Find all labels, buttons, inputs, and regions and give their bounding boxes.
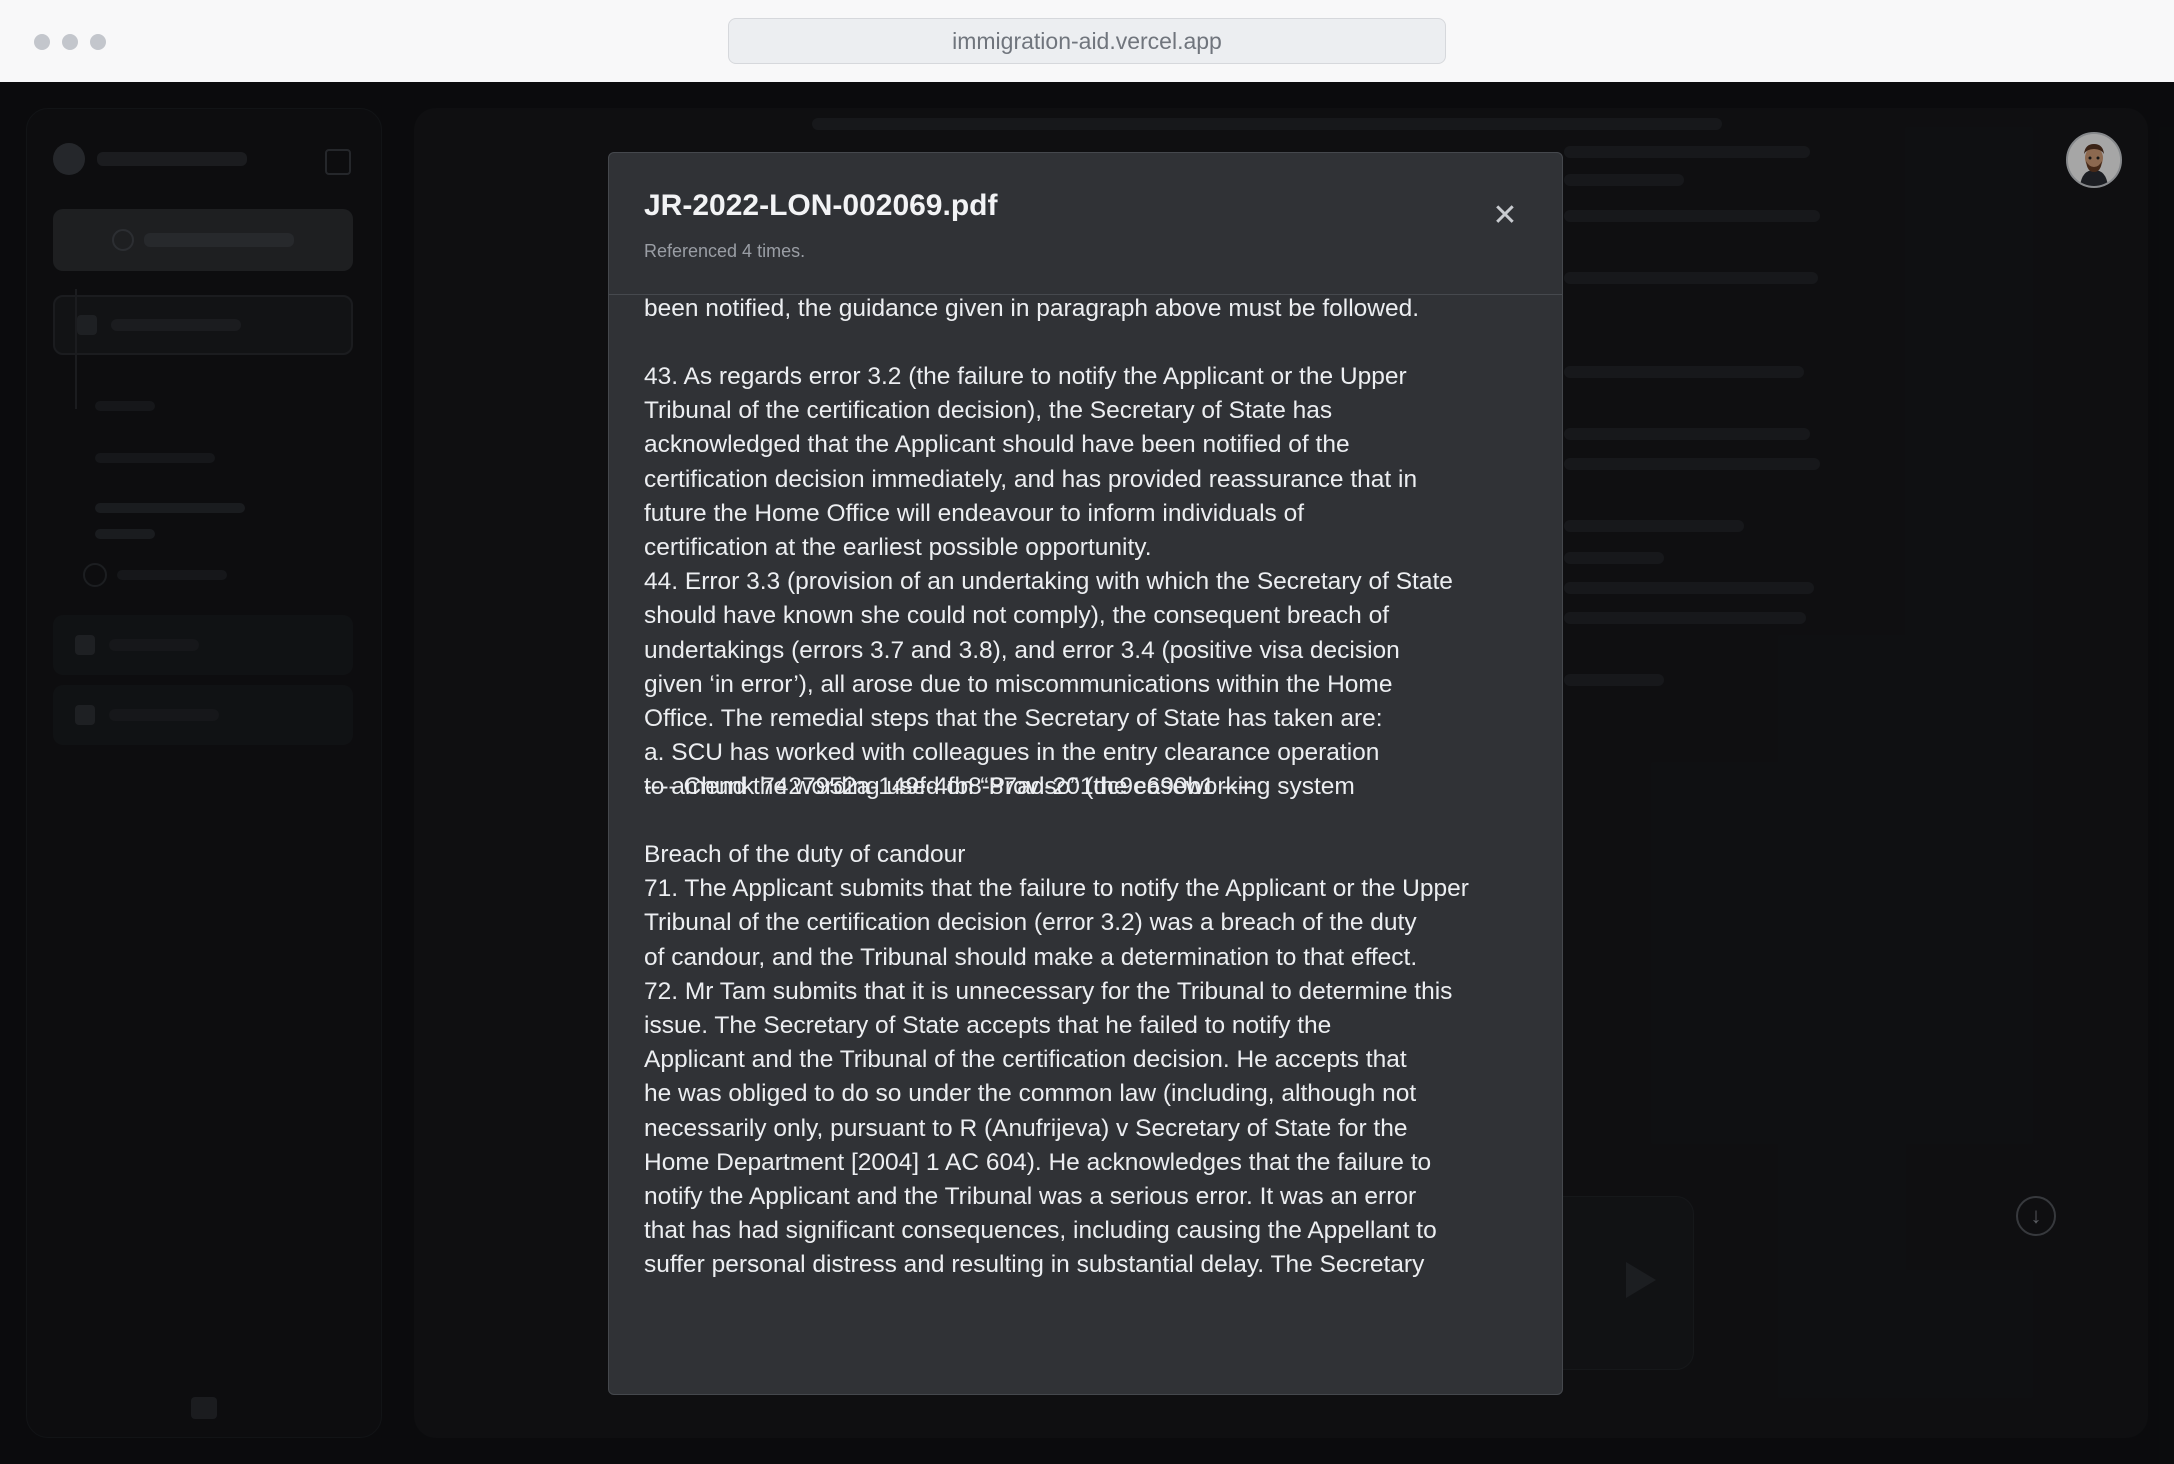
window-dot[interactable] [90, 34, 106, 50]
chunk-separator: ---- Chunk 7427952a-149f-4fb8-87ad-201dc… [644, 773, 1255, 800]
reference-count: Referenced 4 times. [644, 241, 806, 261]
browser-chrome: immigration-aid.vercel.app [0, 0, 2174, 83]
document-preview-modal: JR-2022-LON-002069.pdf Referenced 4 time… [608, 152, 1563, 1395]
document-content[interactable]: been notified, the guidance given in par… [644, 296, 1534, 1394]
document-paragraph: been notified, the guidance given in par… [644, 296, 1420, 322]
window-controls [34, 34, 106, 50]
modal-title: JR-2022-LON-002069.pdf [644, 189, 998, 222]
document-paragraph: Breach of the duty of candour 71. The Ap… [644, 841, 1469, 1279]
close-icon[interactable]: ✕ [1487, 197, 1523, 233]
document-paragraph: 43. As regards error 3.2 (the failure to… [644, 363, 1453, 801]
window-dot[interactable] [62, 34, 78, 50]
address-bar[interactable]: immigration-aid.vercel.app [728, 18, 1446, 64]
modal-header: JR-2022-LON-002069.pdf Referenced 4 time… [609, 153, 1562, 295]
window-dot[interactable] [34, 34, 50, 50]
